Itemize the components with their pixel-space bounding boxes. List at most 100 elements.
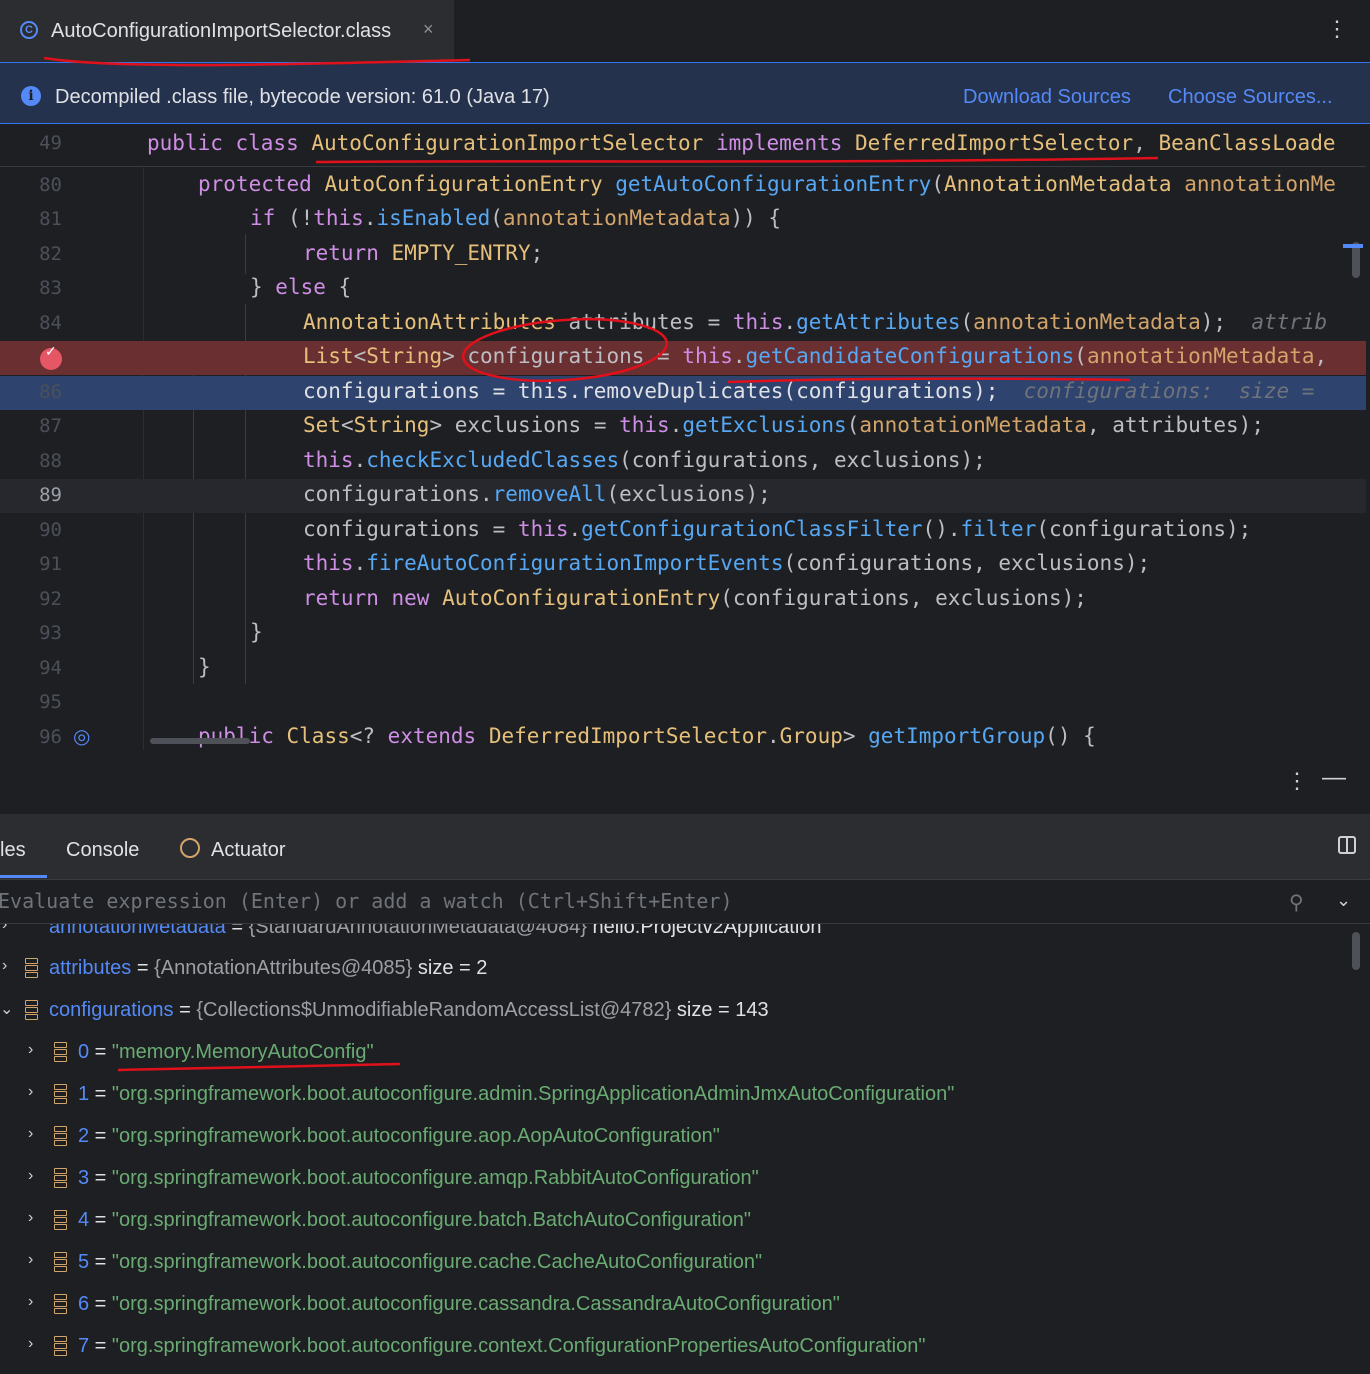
tab-autoconfigurationimportselector[interactable]: C AutoConfigurationImportSelector.class … <box>0 0 454 62</box>
code-line-87[interactable]: 87 Set<String> exclusions = this.getExcl… <box>0 410 1366 444</box>
variables-scrollbar[interactable] <box>1352 932 1360 970</box>
chevron-right-icon[interactable]: › <box>28 1335 33 1353</box>
code-line-93[interactable]: 93 } <box>0 617 1366 651</box>
tab-variables[interactable]: les <box>0 839 26 862</box>
field-icon <box>54 1084 67 1104</box>
decompiled-banner: i Decompiled .class file, bytecode versi… <box>0 62 1370 124</box>
code-line-80[interactable]: 80 protected AutoConfigurationEntry getA… <box>0 169 1366 203</box>
line-number: 89 <box>39 484 62 506</box>
code-line-86-execution-point[interactable]: 86 configurations = this.removeDuplicate… <box>0 376 1366 410</box>
tab-actuator[interactable]: Actuator <box>211 839 285 862</box>
line-number: 93 <box>39 622 62 644</box>
item-text: 7 = "org.springframework.boot.autoconfig… <box>78 1335 926 1357</box>
code-text: return EMPTY_ENTRY; <box>303 241 544 265</box>
code-line-84[interactable]: 84 AnnotationAttributes attributes = thi… <box>0 307 1366 341</box>
tab-title: AutoConfigurationImportSelector.class <box>51 20 392 42</box>
variable-text: configurations = {Collections$Unmodifiab… <box>49 999 769 1021</box>
chevron-right-icon[interactable]: › <box>28 1167 33 1185</box>
list-item[interactable]: › 0 = "memory.MemoryAutoConfig" <box>0 1031 1350 1073</box>
breakpoint-check-icon: ✓ <box>45 343 57 359</box>
code-line-92[interactable]: 92 return new AutoConfigurationEntry(con… <box>0 583 1366 617</box>
chevron-right-icon[interactable]: › <box>28 1125 33 1143</box>
horizontal-scrollbar[interactable] <box>150 738 250 744</box>
download-sources-link[interactable]: Download Sources <box>963 86 1131 109</box>
code-line-82[interactable]: 82 return EMPTY_ENTRY; <box>0 238 1366 272</box>
variables-tree: › annotationMetadata = {StandardAnnotati… <box>0 924 1370 1374</box>
variable-row-attributes[interactable]: › attributes = {AnnotationAttributes@408… <box>0 947 1350 989</box>
line-number: 96 <box>39 726 62 748</box>
code-text: configurations = this.getConfigurationCl… <box>303 517 1252 541</box>
field-icon <box>25 958 38 978</box>
minimize-icon[interactable]: — <box>1322 764 1346 792</box>
info-icon: i <box>21 86 41 106</box>
chevron-right-icon[interactable]: › <box>28 1083 33 1101</box>
line-number: 90 <box>39 519 62 541</box>
chevron-right-icon[interactable]: › <box>28 1209 33 1227</box>
banner-text: Decompiled .class file, bytecode version… <box>55 86 550 108</box>
list-item[interactable]: › 6 = "org.springframework.boot.autoconf… <box>0 1283 1350 1325</box>
more-options-icon[interactable]: ⋮ <box>1286 768 1308 794</box>
line-number: 82 <box>39 243 62 265</box>
list-item[interactable]: › 5 = "org.springframework.boot.autoconf… <box>0 1241 1350 1283</box>
more-options-icon[interactable]: ⋮ <box>1326 16 1348 42</box>
list-item[interactable]: › 7 = "org.springframework.boot.autoconf… <box>0 1325 1350 1367</box>
field-icon <box>54 1294 67 1314</box>
line-number: 91 <box>39 553 62 575</box>
code-text: Set<String> exclusions = this.getExclusi… <box>303 413 1264 437</box>
line-number: 88 <box>39 450 62 472</box>
code-text: configurations.removeAll(exclusions); <box>303 482 771 506</box>
chevron-down-icon[interactable]: ⌄ <box>1336 890 1351 911</box>
item-text: 6 = "org.springframework.boot.autoconfig… <box>78 1293 840 1315</box>
list-item[interactable]: › 2 = "org.springframework.boot.autoconf… <box>0 1115 1350 1157</box>
field-icon <box>54 1168 67 1188</box>
code-line-94[interactable]: 94 } <box>0 652 1366 686</box>
code-line-83[interactable]: 83 } else { <box>0 272 1366 306</box>
chevron-right-icon[interactable]: › <box>28 1293 33 1311</box>
code-text: protected AutoConfigurationEntry getAuto… <box>198 172 1336 196</box>
tab-console[interactable]: Console <box>66 839 139 862</box>
code-text: List<String> configurations = this.getCa… <box>303 344 1328 368</box>
variable-row-annotationmetadata[interactable]: › annotationMetadata = {StandardAnnotati… <box>0 924 1350 948</box>
editor-tab-bar: C AutoConfigurationImportSelector.class … <box>0 0 1370 62</box>
variable-row-configurations[interactable]: ⌄ configurations = {Collections$Unmodifi… <box>0 989 1350 1031</box>
field-icon <box>25 1000 38 1020</box>
chevron-down-icon[interactable]: ⌄ <box>0 999 13 1019</box>
add-watch-icon[interactable]: ⚲ <box>1289 890 1304 915</box>
list-item[interactable]: › 4 = "org.springframework.boot.autoconf… <box>0 1199 1350 1241</box>
choose-sources-link[interactable]: Choose Sources... <box>1168 86 1333 109</box>
sticky-class-header[interactable]: 49 public class AutoConfigurationImportS… <box>0 124 1366 167</box>
code-text: this.checkExcludedClasses(configurations… <box>303 448 986 472</box>
code-text: public Class<? extends DeferredImportSel… <box>198 724 1096 748</box>
code-text: this.fireAutoConfigurationImportEvents(c… <box>303 551 1151 575</box>
code-line-88[interactable]: 88 this.checkExcludedClasses(configurati… <box>0 445 1366 479</box>
item-text: 0 = "memory.MemoryAutoConfig" <box>78 1041 374 1063</box>
item-text: 5 = "org.springframework.boot.autoconfig… <box>78 1251 763 1273</box>
line-number: 87 <box>39 415 62 437</box>
code-line-90[interactable]: 90 configurations = this.getConfiguratio… <box>0 514 1366 548</box>
field-icon <box>54 1126 67 1146</box>
list-item[interactable]: › 1 = "org.springframework.boot.autoconf… <box>0 1073 1350 1115</box>
code-text: if (!this.isEnabled(annotationMetadata))… <box>250 206 782 230</box>
code-line-96[interactable]: 96 ◎ public Class<? extends DeferredImpo… <box>0 721 1366 750</box>
code-line-49: public class AutoConfigurationImportSele… <box>147 131 1336 155</box>
code-line-95[interactable]: 95 <box>0 686 1366 720</box>
code-line-85-breakpoint[interactable]: 85 ✓ List<String> configurations = this.… <box>0 341 1366 375</box>
chevron-right-icon[interactable]: › <box>2 957 7 975</box>
chevron-right-icon[interactable]: › <box>28 1041 33 1059</box>
line-number: 81 <box>39 208 62 230</box>
chevron-right-icon[interactable]: › <box>2 924 7 934</box>
actuator-icon <box>180 838 200 858</box>
code-line-89[interactable]: 89 configurations.removeAll(exclusions); <box>0 479 1366 513</box>
layout-icon[interactable] <box>1338 836 1356 854</box>
list-item[interactable]: › 3 = "org.springframework.boot.autoconf… <box>0 1157 1350 1199</box>
evaluate-expression-input[interactable] <box>0 888 1200 914</box>
close-icon[interactable]: × <box>423 19 434 40</box>
code-line-81[interactable]: 81 if (!this.isEnabled(annotationMetadat… <box>0 203 1366 237</box>
code-editor[interactable]: 49 public class AutoConfigurationImportS… <box>0 124 1370 750</box>
implementation-icon[interactable]: ◎ <box>73 724 90 749</box>
chevron-right-icon[interactable]: › <box>28 1251 33 1269</box>
variable-text: annotationMetadata = {StandardAnnotation… <box>49 924 822 938</box>
code-text: } else { <box>250 275 352 299</box>
line-number: 92 <box>39 588 62 610</box>
code-line-91[interactable]: 91 this.fireAutoConfigurationImportEvent… <box>0 548 1366 582</box>
